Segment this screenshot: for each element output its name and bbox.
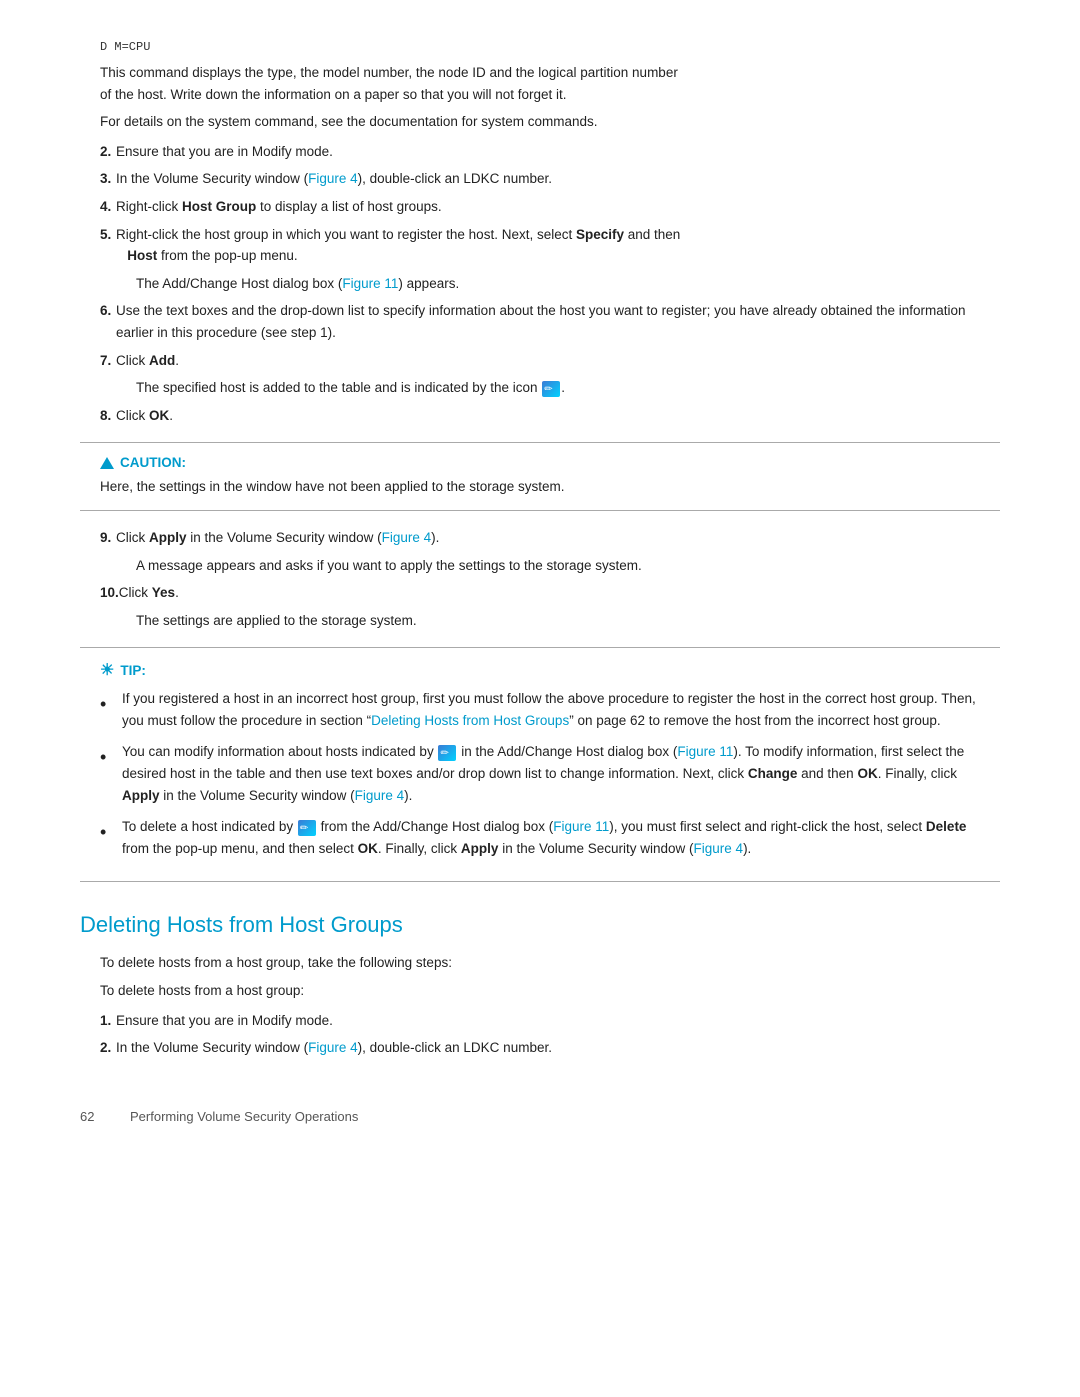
tip-3-content: To delete a host indicated by from the A… [122,816,980,859]
figure4-link-4[interactable]: Figure 4 [694,841,744,856]
caution-text: Here, the settings in the window have no… [100,476,980,498]
step-6-content: Use the text boxes and the drop-down lis… [116,300,1000,343]
section-step-2-num: 2. [80,1037,116,1059]
tip-2-content: You can modify information about hosts i… [122,741,980,806]
tip-sun-icon: ☀ [100,660,114,680]
section-intro-2: To delete hosts from a host group: [100,980,1000,1002]
bullet-icon-1: • [100,690,116,719]
step-8-num: 8. [80,405,116,427]
step-6: 6. Use the text boxes and the drop-down … [80,300,1000,343]
step-3-num: 3. [80,168,116,190]
step-10: 10. Click Yes. [80,582,1000,604]
step-3: 3. In the Volume Security window (Figure… [80,168,1000,190]
figure11-link-1[interactable]: Figure 11 [342,276,398,291]
section-step-2-content: In the Volume Security window (Figure 4)… [116,1037,1000,1059]
caution-triangle-icon [100,457,114,469]
step-10-num: 10. [80,582,119,604]
section-heading: Deleting Hosts from Host Groups [80,912,1000,938]
step-10-content: Click Yes. [119,582,1000,604]
bullet-icon-3: • [100,818,116,847]
tip-title: ☀ TIP: [100,660,980,680]
step-3-content: In the Volume Security window (Figure 4)… [116,168,1000,190]
step-8: 8. Click OK. [80,405,1000,427]
step-9: 9. Click Apply in the Volume Security wi… [80,527,1000,549]
section-intro-1: To delete hosts from a host group, take … [100,952,1000,974]
section-step-1: 1. Ensure that you are in Modify mode. [80,1010,1000,1032]
section-step-1-content: Ensure that you are in Modify mode. [116,1010,1000,1032]
tip-box: ☀ TIP: • If you registered a host in an … [80,647,1000,882]
step-7-content: Click Add. [116,350,1000,372]
footer-page-num: 62 [80,1109,110,1124]
deleting-hosts-link[interactable]: Deleting Hosts from Host Groups [371,713,569,728]
bullet-icon-2: • [100,743,116,772]
cmd-desc-2: For details on the system command, see t… [100,111,1000,133]
caution-box: CAUTION: Here, the settings in the windo… [80,442,1000,511]
step-2-content: Ensure that you are in Modify mode. [116,141,1000,163]
footer: 62 Performing Volume Security Operations [80,1099,1000,1124]
figure4-link-3[interactable]: Figure 4 [355,788,405,803]
step-5-sub: The Add/Change Host dialog box (Figure 1… [136,273,1000,295]
step-10-sub: The settings are applied to the storage … [136,610,1000,632]
figure4-link-5[interactable]: Figure 4 [308,1040,358,1055]
step-4: 4. Right-click Host Group to display a l… [80,196,1000,218]
step-5-num: 5. [80,224,116,267]
section-step-1-num: 1. [80,1010,116,1032]
tip-item-3: • To delete a host indicated by from the… [100,816,980,859]
step-2: 2. Ensure that you are in Modify mode. [80,141,1000,163]
tip-1-content: If you registered a host in an incorrect… [122,688,980,731]
main-steps-list-2: 9. Click Apply in the Volume Security wi… [80,527,1000,631]
tip-list: • If you registered a host in an incorre… [100,688,980,859]
figure11-link-3[interactable]: Figure 11 [553,819,609,834]
code-line: D M=CPU [100,40,1000,54]
step-7-sub: The specified host is added to the table… [136,377,1000,399]
step-7-num: 7. [80,350,116,372]
section-steps-list: 1. Ensure that you are in Modify mode. 2… [80,1010,1000,1059]
step-8-content: Click OK. [116,405,1000,427]
figure4-link-2[interactable]: Figure 4 [382,530,432,545]
page-container: D M=CPU This command displays the type, … [0,0,1080,1184]
step-9-num: 9. [80,527,116,549]
step-2-num: 2. [80,141,116,163]
edit-icon-1 [542,381,560,397]
step-7: 7. Click Add. [80,350,1000,372]
step-6-num: 6. [80,300,116,343]
tip-item-1: • If you registered a host in an incorre… [100,688,980,731]
tip-item-2: • You can modify information about hosts… [100,741,980,806]
step-4-content: Right-click Host Group to display a list… [116,196,1000,218]
figure4-link-1[interactable]: Figure 4 [308,171,358,186]
step-5-content: Right-click the host group in which you … [116,224,1000,267]
edit-icon-3 [298,820,316,836]
step-5: 5. Right-click the host group in which y… [80,224,1000,267]
section-step-2: 2. In the Volume Security window (Figure… [80,1037,1000,1059]
step-9-sub: A message appears and asks if you want t… [136,555,1000,577]
cmd-desc-1: This command displays the type, the mode… [100,62,1000,105]
main-steps-list: 2. Ensure that you are in Modify mode. 3… [80,141,1000,427]
caution-title: CAUTION: [100,455,980,470]
figure11-link-2[interactable]: Figure 11 [677,744,733,759]
step-4-num: 4. [80,196,116,218]
edit-icon-2 [438,745,456,761]
footer-text: Performing Volume Security Operations [130,1109,358,1124]
step-9-content: Click Apply in the Volume Security windo… [116,527,1000,549]
